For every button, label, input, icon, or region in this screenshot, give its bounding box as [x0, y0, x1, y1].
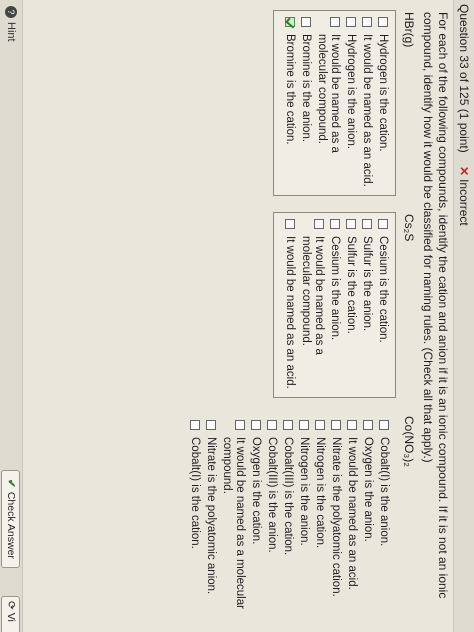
compound-name-hbr: HBr(g)	[402, 12, 416, 48]
option-cono32-4[interactable]: Nitrogen is the cation.	[313, 420, 326, 614]
option-cono32-2[interactable]: It would be named as an acid.	[345, 420, 358, 614]
option-label: Nitrate is the polyatomic cation.	[330, 437, 342, 597]
checkbox[interactable]	[346, 219, 356, 229]
checkbox[interactable]	[362, 17, 372, 27]
option-cono32-9[interactable]: It would be named as a molecular compoun…	[220, 420, 246, 614]
checkbox[interactable]	[235, 420, 245, 430]
footer-bar: ? Hint ✔ Check Answer ⟳ Vi	[0, 0, 23, 632]
status-badge: ✕ Incorrect	[454, 166, 474, 226]
hint-button[interactable]: ? Hint	[3, 6, 19, 42]
option-hbr-5[interactable]: Bromine is the cation.	[283, 17, 296, 189]
option-cs2s-4[interactable]: It would be named as a molecular compoun…	[299, 219, 325, 391]
option-label: Nitrogen is the cation.	[314, 437, 326, 549]
option-cono32-1[interactable]: Oxygen is the anion.	[361, 420, 374, 614]
option-hbr-1[interactable]: It would be named as an acid.	[360, 17, 373, 189]
option-cono32-5[interactable]: Nitrogen is the anion.	[297, 420, 310, 614]
checkbox[interactable]	[362, 219, 372, 229]
option-label: Nitrate is the polyatomic anion.	[205, 437, 217, 595]
options-box-cs2s: Cesium is the cation. Sulfur is the anio…	[273, 212, 396, 398]
question-instructions: For each of the following compounds, ide…	[421, 12, 450, 599]
compound-name-cs2s: Cs₂S	[402, 214, 416, 242]
option-cs2s-2[interactable]: Sulfur is the cation.	[344, 219, 357, 391]
option-label: It would be named as a molecular compoun…	[221, 437, 246, 609]
checkbox[interactable]	[331, 420, 341, 430]
option-label: Cobalt(I) is the cation.	[189, 437, 201, 549]
check-answer-label: Check Answer	[5, 491, 17, 559]
option-cs2s-0[interactable]: Cesium is the cation.	[376, 219, 389, 391]
option-label: It would be named as a molecular compoun…	[300, 236, 325, 355]
checkbox[interactable]	[379, 420, 389, 430]
option-cs2s-5[interactable]: It would be named as an acid.	[283, 219, 296, 391]
option-label: Cobalt(III) is the anion.	[266, 437, 278, 553]
compound-name-cono32: Co(NO₃)₂	[402, 416, 416, 467]
option-label: Nitrogen is the anion.	[298, 437, 310, 546]
checkbox-checked[interactable]	[285, 17, 295, 27]
view-icon: ⟳	[5, 601, 17, 613]
question-title: Question 33 of 125 (1 point)	[457, 4, 471, 153]
view-button[interactable]: ⟳ Vi	[1, 596, 20, 632]
option-label: Sulfur is the anion.	[361, 236, 373, 332]
checkbox[interactable]	[346, 17, 356, 27]
option-label: Cesium is the cation.	[377, 236, 389, 343]
option-label: Sulfur is the cation.	[345, 236, 357, 334]
option-hbr-4[interactable]: Bromine is the anion.	[299, 17, 312, 189]
checkbox[interactable]	[378, 219, 388, 229]
checkbox[interactable]	[363, 420, 373, 430]
option-label: Oxygen is the anion.	[362, 437, 374, 542]
option-label: Cobalt(I) is the anion.	[378, 437, 390, 547]
option-label: Cobalt(III) is the cation.	[282, 437, 294, 556]
checkbox[interactable]	[330, 17, 340, 27]
checkbox[interactable]	[285, 219, 295, 229]
options-box-hbr: Hydrogen is the cation. It would be name…	[273, 10, 396, 196]
option-label: Cesium is the anion.	[329, 236, 341, 341]
checkbox[interactable]	[206, 420, 216, 430]
view-label: Vi	[5, 612, 17, 622]
option-label: Oxygen is the cation.	[250, 437, 262, 545]
checkmark-icon: ✔	[5, 479, 17, 488]
option-cono32-6[interactable]: Cobalt(III) is the cation.	[281, 420, 294, 614]
check-answer-button[interactable]: ✔ Check Answer	[1, 470, 20, 568]
option-cono32-10[interactable]: Nitrate is the polyatomic anion.	[204, 420, 217, 614]
checkbox[interactable]	[299, 420, 309, 430]
option-label: It would be named as an acid.	[284, 236, 296, 389]
option-label: Bromine is the cation.	[284, 34, 296, 145]
option-cono32-7[interactable]: Cobalt(III) is the anion.	[265, 420, 278, 614]
checkbox[interactable]	[347, 420, 357, 430]
checkbox[interactable]	[378, 17, 388, 27]
option-label: It would be named as a molecular compoun…	[316, 34, 341, 153]
checkbox[interactable]	[283, 420, 293, 430]
checkbox[interactable]	[314, 219, 324, 229]
option-cs2s-1[interactable]: Sulfur is the anion.	[360, 219, 373, 391]
option-label: Hydrogen is the cation.	[377, 34, 389, 152]
question-page: Question 33 of 125 (1 point) ✕Incorrect …	[0, 0, 474, 632]
checkbox[interactable]	[315, 420, 325, 430]
hint-label: Hint	[5, 22, 17, 42]
option-hbr-2[interactable]: Hydrogen is the anion.	[344, 17, 357, 189]
options-box-cono32: Cobalt(I) is the anion. Oxygen is the an…	[179, 414, 396, 620]
option-hbr-3[interactable]: It would be named as a molecular compoun…	[315, 17, 341, 189]
checkbox[interactable]	[190, 420, 200, 430]
option-hbr-0[interactable]: Hydrogen is the cation.	[376, 17, 389, 189]
checkbox[interactable]	[267, 420, 277, 430]
option-cono32-11[interactable]: Cobalt(I) is the cation.	[188, 420, 201, 614]
option-label: It would be named as an acid.	[346, 437, 358, 590]
option-cono32-8[interactable]: Oxygen is the cation.	[249, 420, 262, 614]
option-cono32-0[interactable]: Cobalt(I) is the anion.	[377, 420, 390, 614]
checkbox[interactable]	[330, 219, 340, 229]
option-label: Bromine is the anion.	[300, 34, 312, 143]
option-label: Hydrogen is the anion.	[345, 34, 357, 150]
checkbox[interactable]	[301, 17, 311, 27]
hint-icon: ?	[5, 6, 17, 18]
incorrect-x-icon: ✕	[457, 166, 471, 177]
option-cono32-3[interactable]: Nitrate is the polyatomic cation.	[329, 420, 342, 614]
question-header: Question 33 of 125 (1 point) ✕ Incorrect	[453, 0, 474, 632]
option-label: It would be named as an acid.	[361, 34, 373, 187]
status-text: Incorrect	[457, 179, 471, 226]
checkbox[interactable]	[251, 420, 261, 430]
option-cs2s-3[interactable]: Cesium is the anion.	[328, 219, 341, 391]
